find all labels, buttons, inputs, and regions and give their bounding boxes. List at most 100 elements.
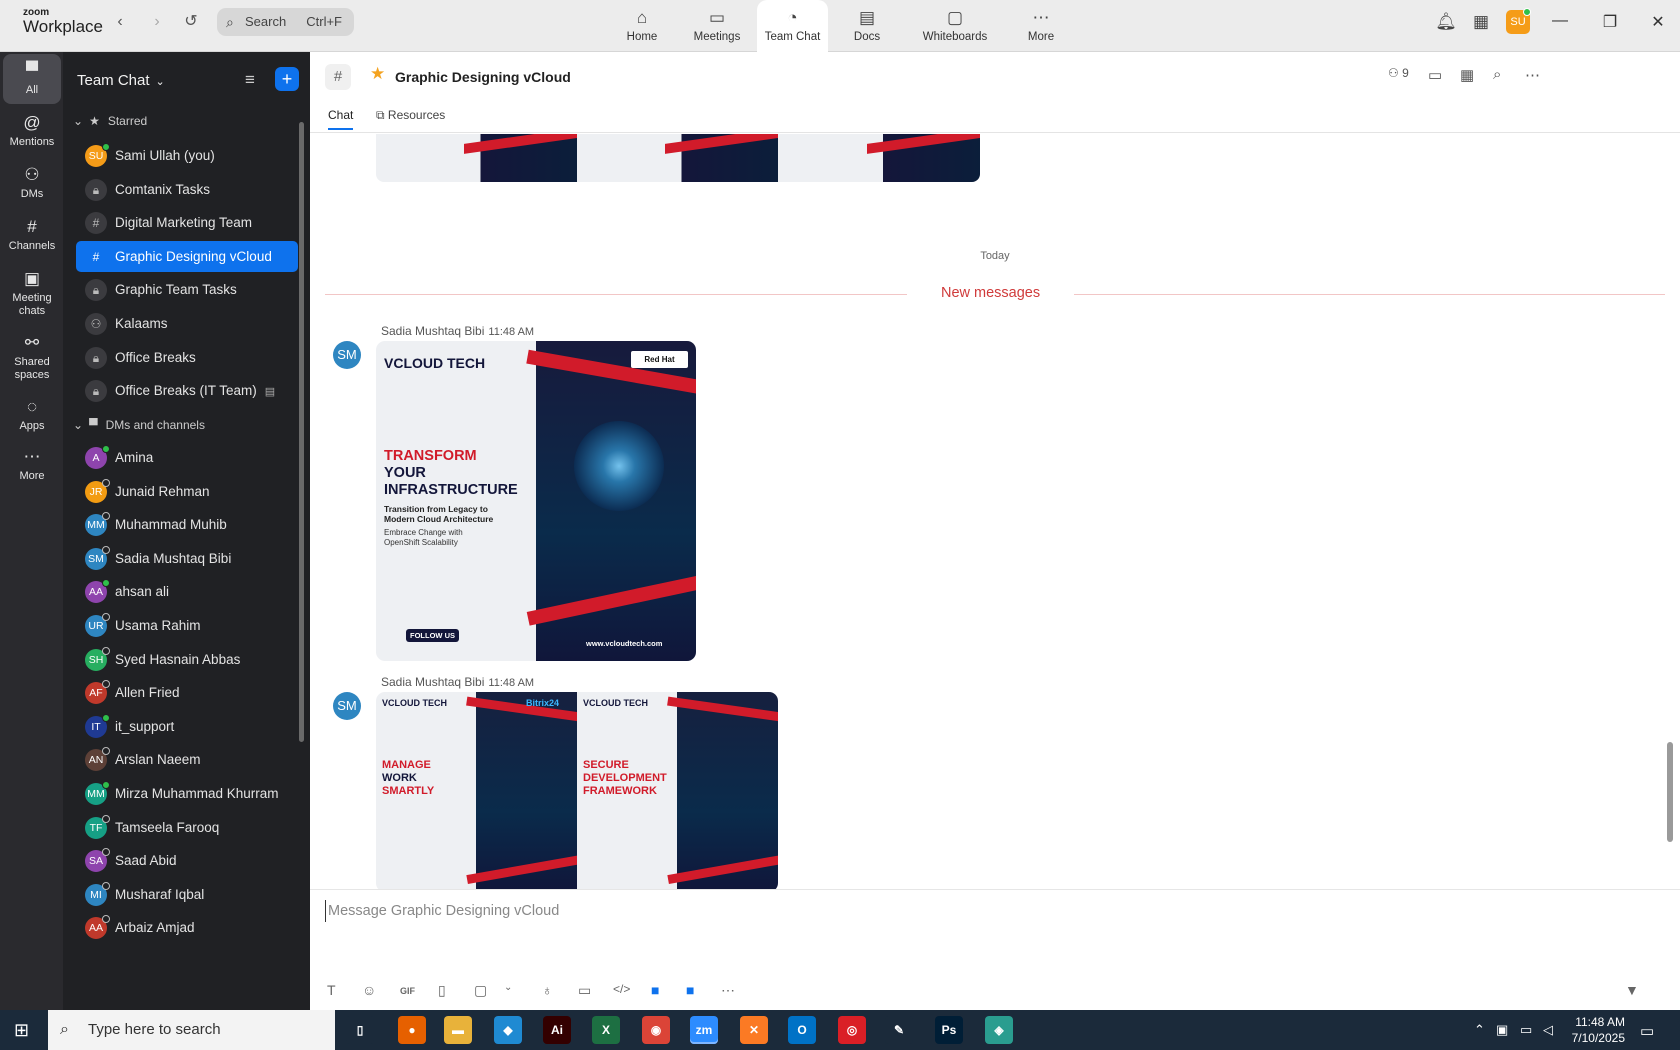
taskbar-app-file-explorer[interactable]: ▬: [444, 1016, 472, 1044]
sidebar-item-arslan-naeem[interactable]: AN Arslan Naeem: [76, 744, 298, 775]
search-input[interactable]: ⌕ Search Ctrl+F: [217, 8, 354, 36]
sidebar-item-saad-abid[interactable]: SA Saad Abid: [76, 845, 298, 876]
sidebar-item-digital-marketing-team[interactable]: # Digital Marketing Team: [76, 207, 298, 238]
volume-icon[interactable]: ◁: [1543, 1022, 1553, 1038]
taskbar-app-zoom[interactable]: zm: [690, 1016, 718, 1044]
forward-arrow-icon[interactable]: ›: [144, 11, 170, 33]
sidebar-item-sami-ullah-you[interactable]: SU Sami Ullah (you): [76, 140, 298, 171]
message-sender[interactable]: Sadia Mushtaq Bibi 11:48 AM: [381, 675, 534, 689]
dms-section-header[interactable]: ⌄ ▀ DMs and channels: [73, 418, 205, 432]
more-options-icon[interactable]: ⋯: [721, 982, 735, 999]
rail-more[interactable]: ⋯ More: [3, 446, 61, 483]
back-arrow-icon[interactable]: ‹: [107, 11, 133, 33]
sidebar-item-ahsan-ali[interactable]: AA ahsan ali: [76, 576, 298, 607]
taskbar-app-firefox[interactable]: ●: [398, 1016, 426, 1044]
taskbar-app-xampp[interactable]: ✕: [740, 1016, 768, 1044]
close-icon[interactable]: ✕: [1638, 12, 1678, 32]
bell-icon[interactable]: 🔔︎: [1435, 12, 1457, 32]
tab-meetings[interactable]: ▭ Meetings: [681, 0, 753, 52]
sidebar-title[interactable]: Team Chat ⌄: [77, 72, 165, 89]
taskbar-app-creative-cloud[interactable]: ◎: [838, 1016, 866, 1044]
chevron-down-icon[interactable]: ⌄: [504, 982, 512, 993]
sidebar-item-usama-rahim[interactable]: UR Usama Rahim: [76, 610, 298, 641]
sidebar-item-graphic-team-tasks[interactable]: 🔒︎ Graphic Team Tasks: [76, 274, 298, 305]
tab-whiteboards[interactable]: ▢ Whiteboards: [906, 0, 1004, 52]
message-feed[interactable]: Today New messages Sadia Mushtaq Bibi 11:…: [310, 134, 1680, 889]
star-icon[interactable]: ★: [370, 64, 385, 84]
app-icon[interactable]: ■: [686, 982, 694, 998]
taskbar-app-illustrator[interactable]: Ai: [543, 1016, 571, 1044]
send-options-icon[interactable]: ▼: [1625, 982, 1639, 998]
feed-scrollbar[interactable]: [1667, 742, 1673, 842]
taskbar-app-outlook[interactable]: O: [788, 1016, 816, 1044]
taskbar-app-vscode[interactable]: ◆: [494, 1016, 522, 1044]
message-input[interactable]: Message Graphic Designing vCloud: [325, 900, 1025, 922]
taskbar-app-task-view[interactable]: ▯: [346, 1016, 374, 1044]
notifications-icon[interactable]: ▭: [1640, 1022, 1654, 1040]
calendar-icon[interactable]: ▦: [1470, 12, 1492, 32]
sidebar-scrollbar[interactable]: [299, 122, 304, 742]
file-icon[interactable]: ▯: [438, 982, 446, 999]
system-clock[interactable]: 11:48 AM 7/10/2025: [1565, 1014, 1625, 1046]
screenshot-icon[interactable]: ▢: [474, 982, 487, 999]
calendar-icon[interactable]: ▦: [1460, 66, 1474, 84]
taskbar-app-chrome[interactable]: ◉: [642, 1016, 670, 1044]
code-snippet-icon[interactable]: </>: [613, 982, 630, 996]
video-message-icon[interactable]: ▭: [578, 982, 591, 999]
tab-chat[interactable]: Chat: [328, 108, 354, 130]
sidebar-item-office-breaks-it-team[interactable]: 🔒︎ Office Breaks (IT Team) ▤: [76, 375, 298, 406]
sidebar-item-sadia-mushtaq-bibi[interactable]: SM Sadia Mushtaq Bibi: [76, 543, 298, 574]
windows-start-icon[interactable]: ⊞: [14, 1020, 34, 1040]
tab-more[interactable]: ⋯ More: [1008, 0, 1074, 52]
sidebar-item-amina[interactable]: A Amina: [76, 442, 298, 473]
sidebar-item-allen-fried[interactable]: AF Allen Fried: [76, 677, 298, 708]
new-chat-button[interactable]: +: [275, 67, 299, 91]
members-button[interactable]: ⚇ 9: [1388, 66, 1409, 80]
format-text-icon[interactable]: T: [327, 982, 336, 998]
filter-icon[interactable]: ≡: [245, 70, 255, 90]
tab-docs[interactable]: ▤ Docs: [832, 0, 902, 52]
message-sender[interactable]: Sadia Mushtaq Bibi 11:48 AM: [381, 324, 534, 338]
minimize-icon[interactable]: —: [1540, 12, 1580, 30]
tab-resources[interactable]: ⧉ Resources: [376, 108, 445, 129]
rail-meeting-chats[interactable]: ▣ Meeting chats: [3, 268, 61, 317]
sidebar-item-tamseela-farooq[interactable]: TF Tamseela Farooq: [76, 812, 298, 843]
history-icon[interactable]: ↺: [178, 11, 204, 33]
gif-button[interactable]: GIF: [400, 986, 415, 996]
rail-all[interactable]: ▀ All: [3, 54, 61, 104]
app-icon[interactable]: ■: [651, 982, 659, 998]
starred-section-header[interactable]: ⌄ ★ Starred: [73, 114, 147, 128]
rail-shared-spaces[interactable]: ⚯ Shared spaces: [3, 332, 61, 381]
taskbar-app-pen-tool[interactable]: ✎: [885, 1016, 913, 1044]
taskbar-app-photoshop[interactable]: Ps: [935, 1016, 963, 1044]
rail-mentions[interactable]: @ Mentions: [3, 112, 61, 149]
display-icon[interactable]: ▭: [1520, 1022, 1532, 1038]
sidebar-item-junaid-rehman[interactable]: JR Junaid Rehman: [76, 476, 298, 507]
rail-channels[interactable]: # Channels: [3, 216, 61, 253]
microphone-icon[interactable]: ♁: [542, 982, 553, 998]
emoji-icon[interactable]: ☺: [362, 982, 376, 998]
chevron-up-icon[interactable]: ⌃: [1474, 1022, 1485, 1038]
taskbar-search[interactable]: ⌕ Type here to search: [48, 1010, 335, 1050]
sidebar-item-kalaams[interactable]: ⚇ Kalaams: [76, 308, 298, 339]
sidebar-item-it-support[interactable]: IT it_support: [76, 711, 298, 742]
tab-team-chat[interactable]: ◔ Team Chat: [757, 0, 828, 52]
sidebar-item-graphic-designing-vcloud[interactable]: # Graphic Designing vCloud: [76, 240, 298, 272]
taskbar-app-app-diamond[interactable]: ◈: [985, 1016, 1013, 1044]
taskbar-app-excel[interactable]: X: [592, 1016, 620, 1044]
more-options-icon[interactable]: ⋯: [1525, 66, 1540, 84]
previous-image-attachment[interactable]: [376, 134, 980, 182]
sidebar-item-office-breaks[interactable]: 🔒︎ Office Breaks: [76, 342, 298, 373]
avatar[interactable]: SM: [333, 692, 361, 720]
sidebar-item-comtanix-tasks[interactable]: 🔒︎ Comtanix Tasks: [76, 174, 298, 205]
search-icon[interactable]: ⌕: [1493, 66, 1501, 83]
rail-dms[interactable]: ⚇ DMs: [3, 164, 61, 201]
image-attachment[interactable]: VCLOUD TECH Red Hat TRANSFORM YOUR INFRA…: [376, 341, 696, 661]
network-icon[interactable]: ▣: [1496, 1022, 1508, 1038]
sidebar-item-musharaf-iqbal[interactable]: MI Musharaf Iqbal: [76, 879, 298, 910]
sidebar-item-mirza-muhammad-khurram[interactable]: MM Mirza Muhammad Khurram: [76, 778, 298, 809]
sidebar-item-muhammad-muhib[interactable]: MM Muhammad Muhib: [76, 509, 298, 540]
maximize-icon[interactable]: ❐: [1590, 12, 1630, 32]
sidebar-item-syed-hasnain-abbas[interactable]: SH Syed Hasnain Abbas: [76, 644, 298, 675]
avatar[interactable]: SM: [333, 341, 361, 369]
